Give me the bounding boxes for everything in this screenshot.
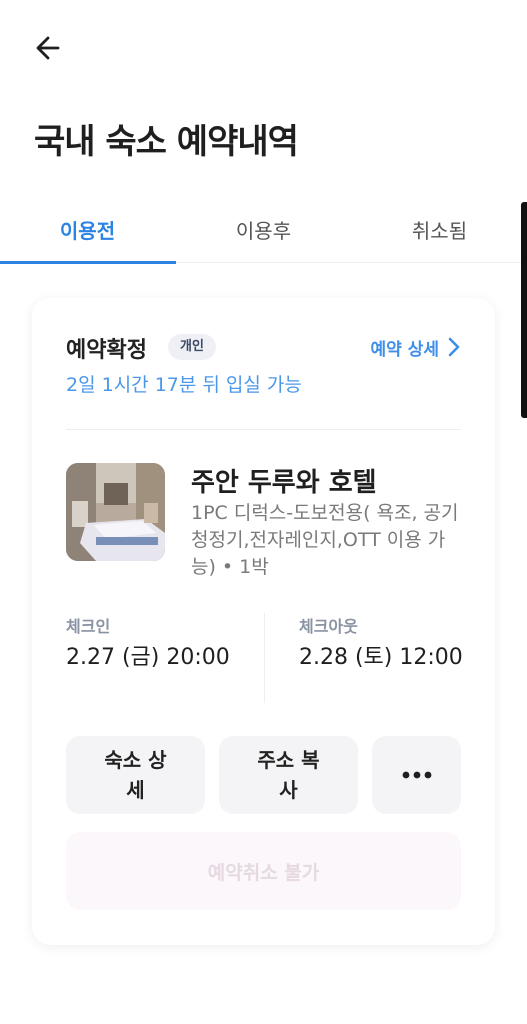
checkin-datetime: 2.27 (금) 20:00 (66, 645, 230, 670)
tab-before-use[interactable]: 이용전 (0, 195, 175, 263)
reservation-card: 예약확정 개인 예약 상세 2일 1시간 17분 뒤 입실 가능 주안 두루와 … (32, 298, 495, 945)
tab-after-use[interactable]: 이용후 (176, 195, 351, 263)
checkin-remaining-time: 2일 1시간 17분 뒤 입실 가능 (66, 374, 302, 396)
hotel-detail-button[interactable]: 숙소 상세 (66, 736, 205, 814)
room-description: 1PC 디럭스-도보전용( 욕조, 공기청정기,전자레인지,OTT 이용 가능)… (191, 502, 459, 578)
copy-address-label: 주소 복사 (257, 748, 320, 802)
hotel-room-image (66, 463, 165, 561)
back-button[interactable] (28, 28, 68, 68)
hotel-detail-label: 숙소 상세 (104, 748, 167, 802)
checkout-label: 체크아웃 (299, 617, 358, 636)
active-tab-indicator (0, 261, 176, 264)
tab-bar: 이용전 이용후 취소됨 (0, 195, 527, 264)
copy-address-button[interactable]: 주소 복사 (219, 736, 358, 814)
divider (66, 429, 461, 430)
cancel-reservation-button: 예약취소 불가 (66, 832, 461, 910)
chevron-right-icon (448, 337, 460, 357)
reservation-page: 국내 숙소 예약내역 이용전 이용후 취소됨 예약확정 개인 예약 상세 2일 … (0, 0, 527, 1024)
reservation-type-badge: 개인 (168, 334, 216, 360)
page-title: 국내 숙소 예약내역 (34, 122, 299, 162)
scrollbar[interactable] (521, 202, 527, 418)
checkin-label: 체크인 (66, 617, 111, 636)
reservation-detail-label: 예약 상세 (370, 339, 439, 360)
checkout-datetime: 2.28 (토) 12:00 (299, 645, 463, 670)
tab-cancelled[interactable]: 취소됨 (352, 195, 527, 263)
column-divider (264, 613, 265, 703)
hotel-thumbnail[interactable] (66, 463, 165, 561)
more-dots-icon (402, 771, 431, 779)
reservation-detail-link[interactable]: 예약 상세 (371, 334, 461, 360)
reservation-status: 예약확정 (66, 338, 147, 363)
hotel-name: 주안 두루와 호텔 (191, 468, 377, 498)
more-options-button[interactable] (372, 736, 461, 814)
arrow-left-icon (36, 36, 60, 60)
